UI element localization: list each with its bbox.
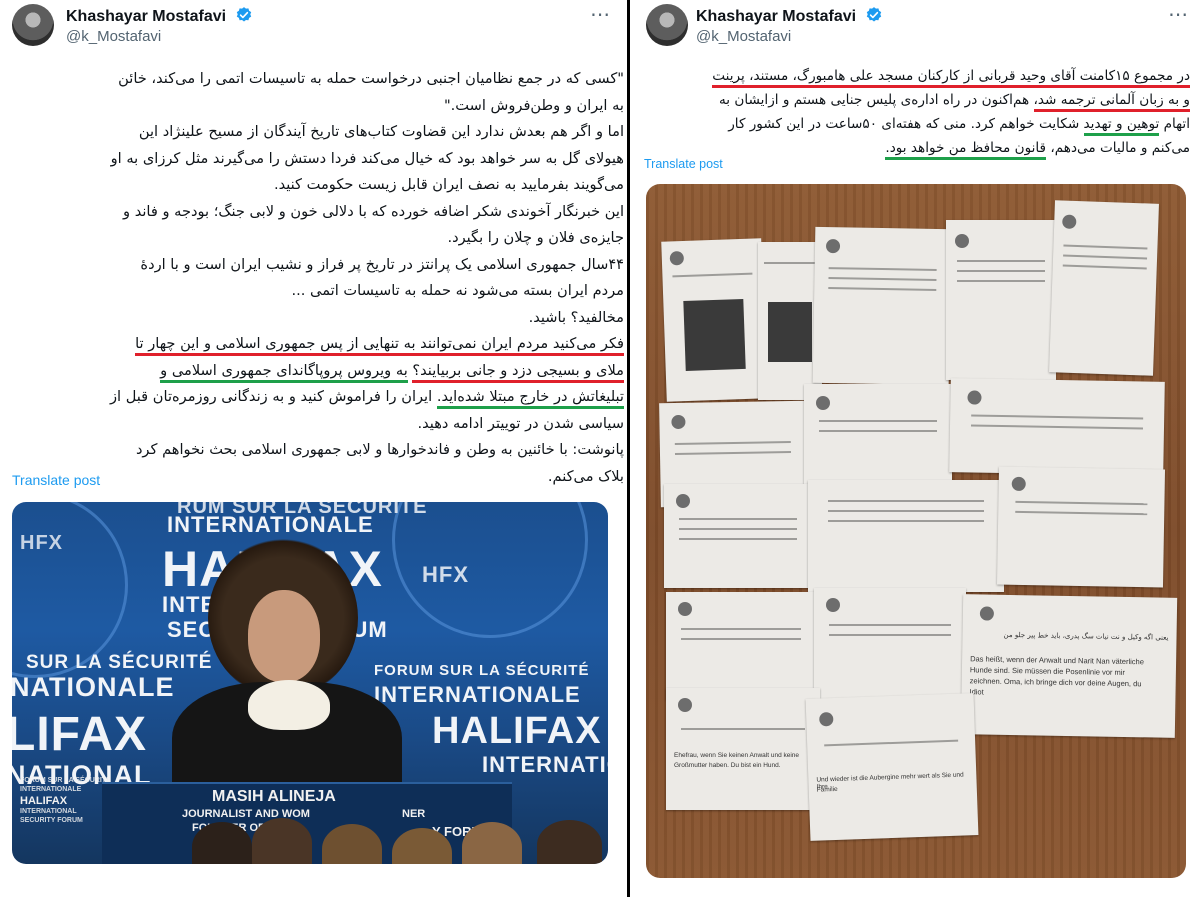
- author-handle[interactable]: @k_Mostafavi: [66, 28, 161, 45]
- body-line: سیاسی شدن در توییتر ادامه دهید.: [417, 414, 625, 432]
- body-line: این خبرنگار آخوندی شکر اضافه خورده که با…: [123, 202, 624, 220]
- banner-text: INTERNATIONA: [482, 752, 608, 777]
- translate-post-link[interactable]: Translate post: [644, 157, 723, 171]
- post-body: "کسی که در جمع نظامیان اجنبی درخواست حمل…: [10, 66, 624, 490]
- body-line: مخالفید؟ باشید.: [528, 308, 624, 326]
- red-underlined-text: ملای و بسیجی دزد و جانی بربیایند؟: [412, 361, 624, 383]
- body-line: هیولای گل به سر خواهد بود که خیال می‌کند…: [110, 149, 624, 167]
- audience-member: [462, 822, 522, 864]
- body-text-span: ایران را فراموش کنید و به زندگانی روزمره…: [109, 388, 437, 405]
- green-underlined-text: قانون محافظ من خواهد بود.: [885, 140, 1047, 160]
- body-line-highlighted: ملای و بسیجی دزد و جانی بربیایند؟ به ویر…: [10, 358, 624, 385]
- body-line: بلاک می‌کنم.: [547, 467, 624, 485]
- author-avatar[interactable]: [12, 4, 54, 46]
- body-line: ۴۴سال جمهوری اسلامی یک پرانتز در تاریخ پ…: [140, 255, 624, 273]
- sheet-text: zeichnen. Oma, ich bringe dich vor deine…: [969, 676, 1142, 689]
- left-post: Khashayar Mostafavi @k_Mostafavi ⋯ "کسی …: [0, 0, 627, 897]
- body-text-span: شکایت خواهم کرد. منی که هفته‌ای ۵۰ساعت د…: [728, 116, 1084, 132]
- corner-logo-text: SECURITY FORUM: [20, 817, 83, 824]
- body-line-highlighted: فکر می‌کنید مردم ایران نمی‌توانند به تنه…: [10, 331, 624, 358]
- sheet-text: Das heißt, wenn der Anwalt und Narit Nan…: [970, 654, 1145, 667]
- printed-sheet: [808, 480, 1004, 592]
- author-avatar[interactable]: [646, 4, 688, 46]
- banner-text: FORUM SUR LA SÉCURITÉ: [374, 662, 590, 679]
- green-underlined-text: تبلیغاتش در خارج مبتلا شده‌اید.: [436, 388, 624, 409]
- translate-post-link[interactable]: Translate post: [12, 472, 100, 488]
- body-line-highlighted: تبلیغاتش در خارج مبتلا شده‌اید. ایران را…: [10, 384, 624, 411]
- body-text-span: اتهام: [1159, 116, 1190, 132]
- podium-name: MASIH ALINEJA: [212, 788, 336, 805]
- body-text-span: هم‌اکنون در راه اداره‌ی پلیس جنایی هستم …: [718, 92, 1034, 108]
- green-underlined-text: به ویروس پروپاگاندای جمهوری اسلامی و: [160, 361, 408, 383]
- printed-sheet: [996, 466, 1166, 588]
- body-line-highlighted: اتهام توهین و تهدید شکایت خواهم کرد. منی…: [638, 112, 1190, 136]
- banner-text: INTERNATIONALE: [374, 682, 581, 707]
- body-line: اما و اگر هم بعدش ندارد این قضاوت کتاب‌ه…: [138, 123, 624, 140]
- sheet-text: Familie: [816, 785, 838, 794]
- hfx-mark-text: HFX: [20, 532, 63, 554]
- post-photo[interactable]: RUM SUR LA SÉCURITÉ INTERNATIONALE HALIF…: [12, 502, 608, 864]
- audience-member: [252, 818, 312, 864]
- right-post: Khashayar Mostafavi @k_Mostafavi ⋯ در مج…: [630, 0, 1200, 897]
- verified-badge-icon: [866, 7, 881, 22]
- hfx-mark-text: HFX: [422, 562, 469, 587]
- banner-text: LIFAX: [12, 708, 148, 761]
- author-name[interactable]: Khashayar Mostafavi: [66, 8, 226, 25]
- sheet-text: Und wieder ist die Aubergine mehr wert a…: [816, 771, 964, 791]
- corner-logo-text: FORUM SUR LA SÉCURITÉ: [20, 777, 111, 784]
- post-photo[interactable]: یعنی اگه وکیل و نت نیات سگ پدری، باید خط…: [646, 184, 1186, 878]
- printed-sheet: یعنی اگه وکیل و نت نیات سگ پدری، باید خط…: [960, 594, 1178, 738]
- podium-subtitle: NER: [402, 808, 426, 820]
- printed-sheet: [664, 484, 812, 588]
- corner-logo-text: INTERNATIONALE: [20, 786, 82, 793]
- banner-text: NATIONALE: [12, 672, 175, 702]
- printed-sheet: [661, 238, 767, 402]
- sheet-text: Ehefrau, wenn Sie keinen Anwalt und kein…: [674, 752, 800, 759]
- author-name-container[interactable]: Khashayar Mostafavi: [66, 6, 253, 26]
- author-handle[interactable]: @k_Mostafavi: [696, 28, 791, 45]
- red-underlined-text: فکر می‌کنید مردم ایران نمی‌توانند به تنه…: [135, 335, 624, 356]
- verified-badge-icon: [236, 7, 251, 22]
- author-name[interactable]: Khashayar Mostafavi: [696, 8, 856, 25]
- body-line: "کسی که در جمع نظامیان اجنبی درخواست حمل…: [118, 70, 624, 87]
- body-line-highlighted: و به زبان آلمانی ترجمه شد، هم‌اکنون در ر…: [638, 88, 1190, 112]
- banner-text: HALIFAX: [432, 710, 602, 752]
- corner-logo-text: INTERNATIONAL: [20, 808, 77, 815]
- printed-sheet: [949, 378, 1165, 476]
- banner-text: INTERNATIONALE: [167, 512, 374, 537]
- printed-sheet: [1049, 200, 1159, 376]
- red-underlined-text: در مجموع ۱۵کامنت آقای وحید قربانی از کار…: [712, 68, 1190, 88]
- body-line: به ایران و وطن‌فروش است.": [443, 96, 624, 114]
- speaker-collar: [248, 680, 330, 730]
- printed-sheet: Ehefrau, wenn Sie keinen Anwalt und kein…: [666, 688, 820, 810]
- corner-logo-text: HALIFAX: [20, 795, 68, 807]
- more-options-icon[interactable]: ⋯: [1168, 2, 1189, 26]
- speaker-face: [248, 590, 320, 682]
- audience-member: [192, 822, 252, 864]
- body-line: مردم ایران بسته می‌شود نه حمله به تاسیسا…: [291, 282, 624, 299]
- printed-sheet: [946, 220, 1056, 380]
- body-line: جایزه‌ی فلان و چلان را بگیرد.: [447, 229, 624, 246]
- body-line-highlighted: در مجموع ۱۵کامنت آقای وحید قربانی از کار…: [638, 64, 1190, 88]
- more-options-icon[interactable]: ⋯: [590, 2, 611, 26]
- green-underlined-text: توهین و تهدید: [1083, 116, 1160, 136]
- author-name-container[interactable]: Khashayar Mostafavi: [696, 6, 883, 26]
- body-line: می‌گویند بفرمایید به نصف ایران قابل زیست…: [273, 176, 624, 193]
- sheet-text: Großmutter haben. Du bist ein Hund.: [674, 762, 781, 769]
- printed-sheet: [812, 226, 952, 386]
- printed-sheet: [666, 592, 816, 700]
- printed-sheet: Und wieder ist die Aubergine mehr wert a…: [805, 693, 979, 841]
- printed-sheet: [814, 588, 966, 700]
- body-line: پانوشت: با خائنین به وطن و فاندخوارها و …: [135, 441, 624, 458]
- body-text-span: می‌کنم و مالیات می‌دهم،: [1046, 140, 1190, 156]
- audience-member: [537, 820, 602, 864]
- red-underlined-text: و به زبان آلمانی ترجمه شد،: [1033, 92, 1190, 112]
- banner-text: SUR LA SÉCURITÉ: [26, 652, 213, 673]
- sheet-text: یعنی اگه وکیل و نت نیات سگ پدری، باید خط…: [1003, 630, 1169, 642]
- sheet-text: Hunde sind. Sie müssen die Posenlinie vo…: [969, 665, 1126, 677]
- post-body: در مجموع ۱۵کامنت آقای وحید قربانی از کار…: [638, 64, 1190, 160]
